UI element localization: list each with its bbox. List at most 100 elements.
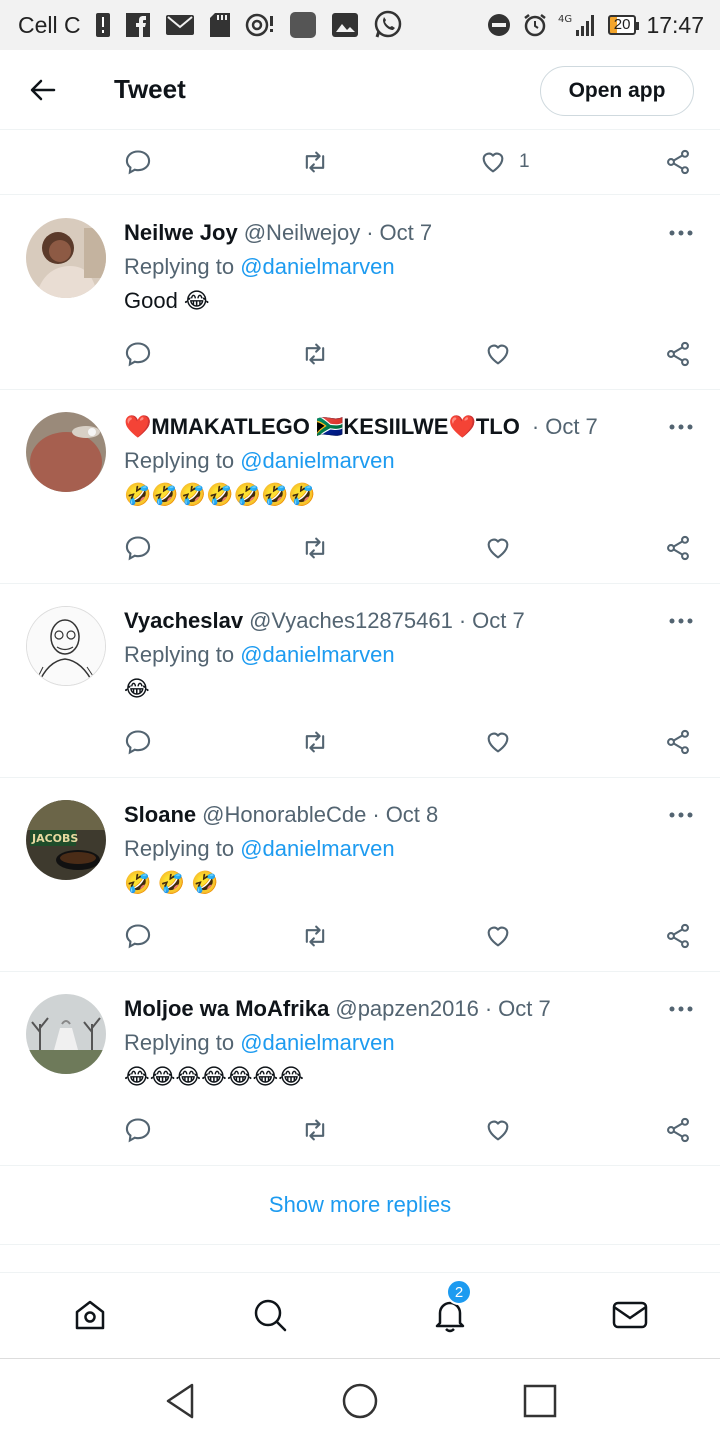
heart-icon [487,344,509,365]
author-handle[interactable]: @papzen2016 [335,996,478,1022]
more-options-button[interactable] [666,412,696,442]
avatar[interactable] [26,994,106,1074]
author-name[interactable]: ❤️MMAKATLEGO 🇿🇦KESIILWE❤️TLO [124,414,520,440]
replying-to: Replying to @danielmarven [124,642,395,668]
bottom-navigation: 2 [0,1272,720,1358]
share-button[interactable] [664,916,692,956]
mention-link[interactable]: @danielmarven [240,1030,394,1055]
share-button[interactable] [664,722,692,762]
tweet-date[interactable]: Oct 8 [386,802,439,828]
mention-link[interactable]: @danielmarven [240,448,394,473]
like-button[interactable] [484,722,512,762]
author-name[interactable]: Vyacheslav [124,608,243,634]
tweet-item[interactable]: Neilwe Joy @Neilwejoy · Oct 7 Replying t… [0,196,720,390]
avatar[interactable]: JACOBS [26,800,106,880]
alarm-icon [522,12,548,38]
retweet-icon [305,925,325,947]
reply-button[interactable] [124,916,152,956]
avatar[interactable] [26,412,106,492]
tweet-item[interactable]: JACOBS Sloane @HonorableCde · Oct 8 Repl… [0,778,720,972]
more-options-button[interactable] [666,800,696,830]
notifications-badge: 2 [446,1279,472,1305]
system-back-button[interactable] [158,1379,202,1423]
tweet-item[interactable]: Vyacheslav @Vyaches12875461 · Oct 7 Repl… [0,584,720,778]
tweet-date[interactable]: Oct 7 [380,220,433,246]
tweet-date[interactable]: Oct 7 [545,414,598,440]
retweet-button[interactable] [301,1110,329,1150]
replying-prefix: Replying to [124,254,235,279]
reply-button[interactable] [124,1110,152,1150]
system-recents-button[interactable] [518,1379,562,1423]
replying-to: Replying to @danielmarven [124,836,395,862]
replying-prefix: Replying to [124,836,235,861]
retweet-button[interactable] [301,334,329,374]
retweet-button[interactable] [301,528,329,568]
signal-icon: 4G [558,12,598,38]
mail-icon [612,1301,648,1329]
reply-button[interactable] [124,722,152,762]
share-icon [667,535,689,561]
tweet-header: Neilwe Joy @Neilwejoy · Oct 7 [124,218,654,248]
like-button[interactable] [484,916,512,956]
mention-link[interactable]: @danielmarven [240,642,394,667]
avatar[interactable] [26,218,106,298]
do-not-disturb-icon [486,12,512,38]
tweet-date[interactable]: Oct 7 [498,996,551,1022]
mention-link[interactable]: @danielmarven [240,836,394,861]
separator: · [458,608,467,633]
retweet-button[interactable] [301,916,329,956]
share-button[interactable] [664,528,692,568]
show-more-replies-button[interactable]: Show more replies [0,1165,720,1245]
like-button[interactable] [484,528,512,568]
retweet-icon [305,343,325,365]
heart-icon [482,152,504,173]
like-button[interactable] [484,334,512,374]
retweet-icon [305,537,325,559]
system-home-button[interactable] [338,1379,382,1423]
author-name[interactable]: Sloane [124,802,196,828]
retweet-button[interactable] [301,722,329,762]
like-count: 1 [519,151,530,172]
author-handle[interactable]: @Neilwejoy [244,220,360,246]
avatar[interactable] [26,606,106,686]
like-button[interactable]: 1 [479,142,530,182]
app-notification-icon [289,11,317,39]
open-app-button[interactable]: Open app [540,66,694,116]
tweet-item[interactable]: Moljoe wa MoAfrika @papzen2016 · Oct 7 R… [0,972,720,1166]
tweet-item[interactable]: ❤️MMAKATLEGO 🇿🇦KESIILWE❤️TLO · Oct 7 Rep… [0,390,720,584]
replying-prefix: Replying to [124,642,235,667]
author-name[interactable]: Moljoe wa MoAfrika [124,996,329,1022]
nav-home[interactable] [70,1295,110,1335]
separator: · [372,802,380,827]
nav-notifications[interactable]: 2 [430,1279,472,1335]
reply-button[interactable] [124,142,152,182]
gallery-icon [331,12,359,38]
reply-button[interactable] [124,528,152,568]
author-name[interactable]: Neilwe Joy [124,220,238,246]
share-button[interactable] [664,142,692,182]
author-handle[interactable]: @HonorableCde [202,802,366,828]
share-button[interactable] [664,334,692,374]
tweet-date[interactable]: Oct 7 [472,608,525,634]
more-options-button[interactable] [666,994,696,1024]
more-options-button[interactable] [666,218,696,248]
nav-messages[interactable] [610,1295,650,1335]
back-button[interactable] [18,65,68,115]
tweet-header: ❤️MMAKATLEGO 🇿🇦KESIILWE❤️TLO · Oct 7 [124,412,654,442]
more-icon [669,1006,693,1012]
replying-to: Replying to @danielmarven [124,254,395,280]
retweet-button[interactable] [301,142,329,182]
more-icon [669,812,693,818]
mention-link[interactable]: @danielmarven [240,254,394,279]
reply-button[interactable] [124,334,152,374]
facebook-icon [125,12,151,38]
sd-card-icon [209,12,231,38]
share-button[interactable] [664,1110,692,1150]
author-handle[interactable]: @Vyaches12875461 [249,608,453,634]
like-button[interactable] [484,1110,512,1150]
share-icon [667,729,689,755]
nav-search[interactable] [250,1295,290,1335]
hotspot-icon [245,12,275,38]
more-options-button[interactable] [666,606,696,636]
separator: · [366,220,374,245]
